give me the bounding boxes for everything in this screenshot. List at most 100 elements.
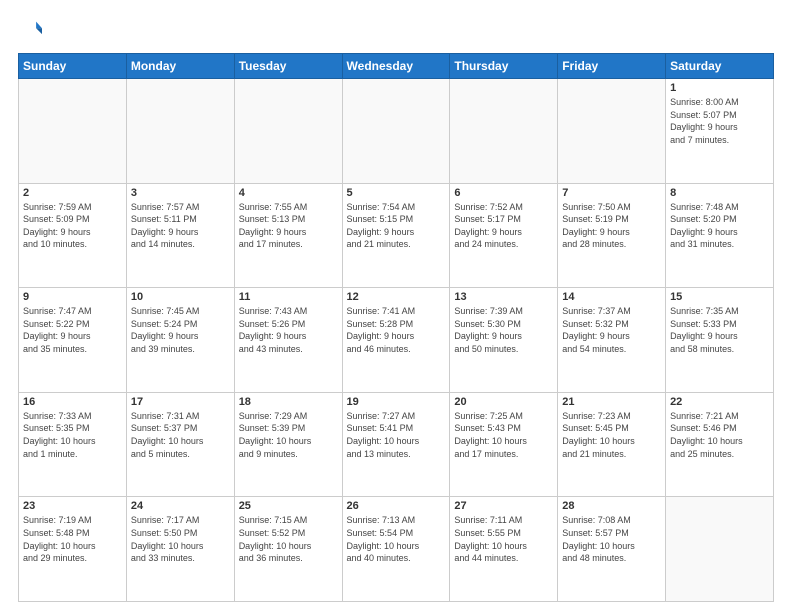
calendar-cell: 1 Sunrise: 8:00 AM Sunset: 5:07 PM Daylig… <box>666 79 774 184</box>
calendar-cell <box>666 497 774 602</box>
day-number: 24 <box>131 500 230 512</box>
calendar-table: SundayMondayTuesdayWednesdayThursdayFrid… <box>18 53 774 602</box>
day-number: 2 <box>23 187 122 199</box>
day-info: Sunrise: 7:35 AM Sunset: 5:33 PM Dayligh… <box>670 305 769 355</box>
calendar-cell <box>234 79 342 184</box>
calendar-cell: 12Sunrise: 7:41 AM Sunset: 5:28 PM Dayli… <box>342 288 450 393</box>
calendar-cell: 18 Sunrise: 7:29 AM Sunset: 5:39 PM Dayli… <box>234 392 342 497</box>
day-number: 7 <box>562 187 661 199</box>
day-number: 14 <box>562 291 661 303</box>
day-info: Sunrise: 7:39 AM Sunset: 5:30 PM Dayligh… <box>454 305 553 355</box>
calendar-col-wednesday: Wednesday <box>342 54 450 79</box>
day-info: Sunrise: 7:33 AM Sunset: 5:35 PM Dayligh… <box>23 410 122 460</box>
day-number: 18 <box>239 396 338 408</box>
day-number: 20 <box>454 396 553 408</box>
day-number: 26 <box>347 500 446 512</box>
calendar-cell: 8 Sunrise: 7:48 AM Sunset: 5:20 PM Daylig… <box>666 183 774 288</box>
calendar-col-saturday: Saturday <box>666 54 774 79</box>
day-info: Sunrise: 7:13 AM Sunset: 5:54 PM Dayligh… <box>347 514 446 564</box>
day-info: Sunrise: 7:08 AM Sunset: 5:57 PM Dayligh… <box>562 514 661 564</box>
calendar-cell: 19 Sunrise: 7:27 AM Sunset: 5:41 PM Dayli… <box>342 392 450 497</box>
calendar-week-3: 16 Sunrise: 7:33 AM Sunset: 5:35 PM Dayli… <box>19 392 774 497</box>
day-info: Sunrise: 7:55 AM Sunset: 5:13 PM Dayligh… <box>239 201 338 251</box>
day-number: 3 <box>131 187 230 199</box>
calendar-cell: 4 Sunrise: 7:55 AM Sunset: 5:13 PM Daylig… <box>234 183 342 288</box>
day-number: 1 <box>670 82 769 94</box>
calendar-cell: 2 Sunrise: 7:59 AM Sunset: 5:09 PM Daylig… <box>19 183 127 288</box>
calendar-week-4: 23Sunrise: 7:19 AM Sunset: 5:48 PM Dayli… <box>19 497 774 602</box>
day-info: Sunrise: 7:43 AM Sunset: 5:26 PM Dayligh… <box>239 305 338 355</box>
day-info: Sunrise: 7:25 AM Sunset: 5:43 PM Dayligh… <box>454 410 553 460</box>
calendar-cell: 9 Sunrise: 7:47 AM Sunset: 5:22 PM Daylig… <box>19 288 127 393</box>
calendar-cell: 17Sunrise: 7:31 AM Sunset: 5:37 PM Dayli… <box>126 392 234 497</box>
calendar-week-0: 1 Sunrise: 8:00 AM Sunset: 5:07 PM Daylig… <box>19 79 774 184</box>
day-number: 4 <box>239 187 338 199</box>
calendar-cell: 15Sunrise: 7:35 AM Sunset: 5:33 PM Dayli… <box>666 288 774 393</box>
day-number: 11 <box>239 291 338 303</box>
day-number: 8 <box>670 187 769 199</box>
calendar-col-sunday: Sunday <box>19 54 127 79</box>
day-info: Sunrise: 7:59 AM Sunset: 5:09 PM Dayligh… <box>23 201 122 251</box>
day-info: Sunrise: 7:21 AM Sunset: 5:46 PM Dayligh… <box>670 410 769 460</box>
calendar-col-friday: Friday <box>558 54 666 79</box>
calendar-week-1: 2 Sunrise: 7:59 AM Sunset: 5:09 PM Daylig… <box>19 183 774 288</box>
day-info: Sunrise: 7:47 AM Sunset: 5:22 PM Dayligh… <box>23 305 122 355</box>
day-number: 19 <box>347 396 446 408</box>
calendar-cell <box>19 79 127 184</box>
day-number: 27 <box>454 500 553 512</box>
calendar-cell: 24 Sunrise: 7:17 AM Sunset: 5:50 PM Dayli… <box>126 497 234 602</box>
day-info: Sunrise: 7:57 AM Sunset: 5:11 PM Dayligh… <box>131 201 230 251</box>
day-number: 9 <box>23 291 122 303</box>
calendar-cell <box>126 79 234 184</box>
day-info: Sunrise: 7:23 AM Sunset: 5:45 PM Dayligh… <box>562 410 661 460</box>
calendar-cell: 27 Sunrise: 7:11 AM Sunset: 5:55 PM Dayli… <box>450 497 558 602</box>
page: SundayMondayTuesdayWednesdayThursdayFrid… <box>0 0 792 612</box>
day-info: Sunrise: 7:27 AM Sunset: 5:41 PM Dayligh… <box>347 410 446 460</box>
day-number: 5 <box>347 187 446 199</box>
day-info: Sunrise: 7:17 AM Sunset: 5:50 PM Dayligh… <box>131 514 230 564</box>
calendar-cell: 10Sunrise: 7:45 AM Sunset: 5:24 PM Dayli… <box>126 288 234 393</box>
day-info: Sunrise: 7:48 AM Sunset: 5:20 PM Dayligh… <box>670 201 769 251</box>
calendar-cell: 26 Sunrise: 7:13 AM Sunset: 5:54 PM Dayli… <box>342 497 450 602</box>
day-number: 25 <box>239 500 338 512</box>
calendar-cell: 14 Sunrise: 7:37 AM Sunset: 5:32 PM Dayli… <box>558 288 666 393</box>
calendar-cell <box>342 79 450 184</box>
day-number: 22 <box>670 396 769 408</box>
calendar-cell: 13 Sunrise: 7:39 AM Sunset: 5:30 PM Dayli… <box>450 288 558 393</box>
header <box>18 18 774 45</box>
day-number: 6 <box>454 187 553 199</box>
calendar-col-monday: Monday <box>126 54 234 79</box>
day-number: 16 <box>23 396 122 408</box>
calendar-cell: 21 Sunrise: 7:23 AM Sunset: 5:45 PM Dayli… <box>558 392 666 497</box>
day-info: Sunrise: 7:45 AM Sunset: 5:24 PM Dayligh… <box>131 305 230 355</box>
day-info: Sunrise: 7:52 AM Sunset: 5:17 PM Dayligh… <box>454 201 553 251</box>
day-info: Sunrise: 7:37 AM Sunset: 5:32 PM Dayligh… <box>562 305 661 355</box>
day-info: Sunrise: 7:15 AM Sunset: 5:52 PM Dayligh… <box>239 514 338 564</box>
day-info: Sunrise: 7:54 AM Sunset: 5:15 PM Dayligh… <box>347 201 446 251</box>
day-info: Sunrise: 7:50 AM Sunset: 5:19 PM Dayligh… <box>562 201 661 251</box>
calendar-cell: 3 Sunrise: 7:57 AM Sunset: 5:11 PM Daylig… <box>126 183 234 288</box>
calendar-cell <box>558 79 666 184</box>
calendar-col-thursday: Thursday <box>450 54 558 79</box>
logo <box>18 18 42 45</box>
calendar-cell: 20 Sunrise: 7:25 AM Sunset: 5:43 PM Dayli… <box>450 392 558 497</box>
day-info: Sunrise: 7:31 AM Sunset: 5:37 PM Dayligh… <box>131 410 230 460</box>
day-info: Sunrise: 7:29 AM Sunset: 5:39 PM Dayligh… <box>239 410 338 460</box>
calendar-cell: 16 Sunrise: 7:33 AM Sunset: 5:35 PM Dayli… <box>19 392 127 497</box>
day-info: Sunrise: 7:19 AM Sunset: 5:48 PM Dayligh… <box>23 514 122 564</box>
day-info: Sunrise: 7:41 AM Sunset: 5:28 PM Dayligh… <box>347 305 446 355</box>
calendar-cell: 28 Sunrise: 7:08 AM Sunset: 5:57 PM Dayli… <box>558 497 666 602</box>
day-number: 13 <box>454 291 553 303</box>
calendar-cell: 23Sunrise: 7:19 AM Sunset: 5:48 PM Dayli… <box>19 497 127 602</box>
calendar-week-2: 9 Sunrise: 7:47 AM Sunset: 5:22 PM Daylig… <box>19 288 774 393</box>
day-number: 21 <box>562 396 661 408</box>
calendar-cell: 11 Sunrise: 7:43 AM Sunset: 5:26 PM Dayli… <box>234 288 342 393</box>
logo-icon <box>20 18 42 40</box>
calendar-col-tuesday: Tuesday <box>234 54 342 79</box>
day-number: 28 <box>562 500 661 512</box>
day-info: Sunrise: 8:00 AM Sunset: 5:07 PM Dayligh… <box>670 96 769 146</box>
calendar-cell: 22 Sunrise: 7:21 AM Sunset: 5:46 PM Dayli… <box>666 392 774 497</box>
calendar-cell: 5 Sunrise: 7:54 AM Sunset: 5:15 PM Daylig… <box>342 183 450 288</box>
calendar-cell: 6 Sunrise: 7:52 AM Sunset: 5:17 PM Daylig… <box>450 183 558 288</box>
day-info: Sunrise: 7:11 AM Sunset: 5:55 PM Dayligh… <box>454 514 553 564</box>
